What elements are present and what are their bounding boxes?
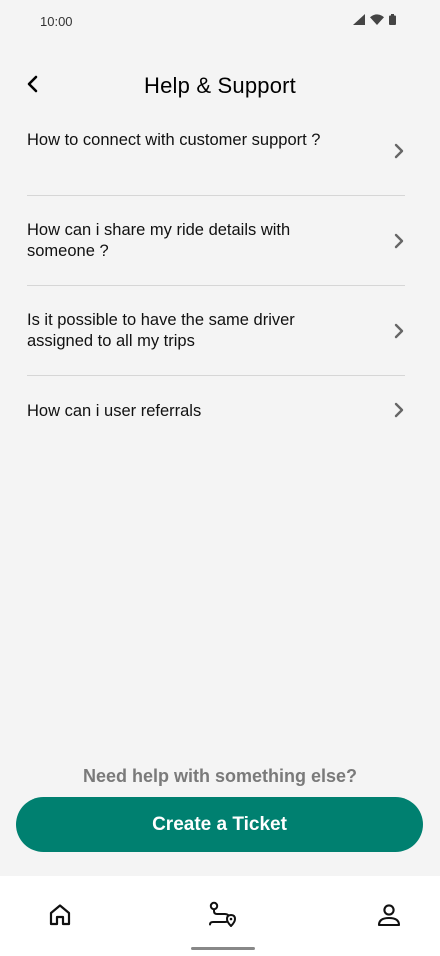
faq-item-label: How to connect with customer support ? bbox=[27, 131, 321, 149]
chevron-right-icon bbox=[393, 142, 405, 160]
rides-route-icon bbox=[207, 900, 237, 935]
create-ticket-button[interactable]: Create a Ticket bbox=[16, 797, 423, 852]
status-bar: 10:00 bbox=[0, 0, 440, 44]
faq-item-label: How can i user referrals bbox=[27, 402, 202, 420]
nav-home-button[interactable] bbox=[45, 902, 75, 932]
nav-rides-button[interactable] bbox=[207, 900, 237, 935]
battery-icon bbox=[389, 14, 396, 25]
faq-item-label: Is it possible to have the same driver a… bbox=[27, 311, 295, 350]
bottom-nav bbox=[0, 876, 440, 956]
page-title: Help & Support bbox=[144, 73, 296, 98]
faq-item-referrals[interactable]: How can i user referrals bbox=[27, 376, 405, 466]
faq-item-share-ride[interactable]: How can i share my ride details with som… bbox=[27, 196, 405, 286]
faq-item-label: How can i share my ride details with som… bbox=[27, 221, 291, 260]
chevron-right-icon bbox=[393, 322, 405, 340]
home-icon bbox=[47, 902, 73, 933]
faq-item-same-driver[interactable]: Is it possible to have the same driver a… bbox=[27, 286, 405, 376]
signal-icon bbox=[353, 14, 365, 25]
chevron-right-icon bbox=[393, 232, 405, 250]
home-indicator bbox=[191, 947, 255, 950]
help-prompt: Need help with something else? bbox=[82, 766, 358, 786]
profile-icon bbox=[376, 902, 402, 933]
nav-profile-button[interactable] bbox=[374, 902, 404, 932]
wifi-icon bbox=[370, 14, 384, 25]
header: Help & Support bbox=[0, 64, 440, 108]
status-icons bbox=[353, 14, 396, 25]
status-time: 10:00 bbox=[40, 14, 73, 29]
faq-item-connect-support[interactable]: How to connect with customer support ? bbox=[27, 106, 405, 196]
chevron-right-icon bbox=[393, 401, 405, 419]
faq-list: How to connect with customer support ? H… bbox=[27, 106, 405, 466]
